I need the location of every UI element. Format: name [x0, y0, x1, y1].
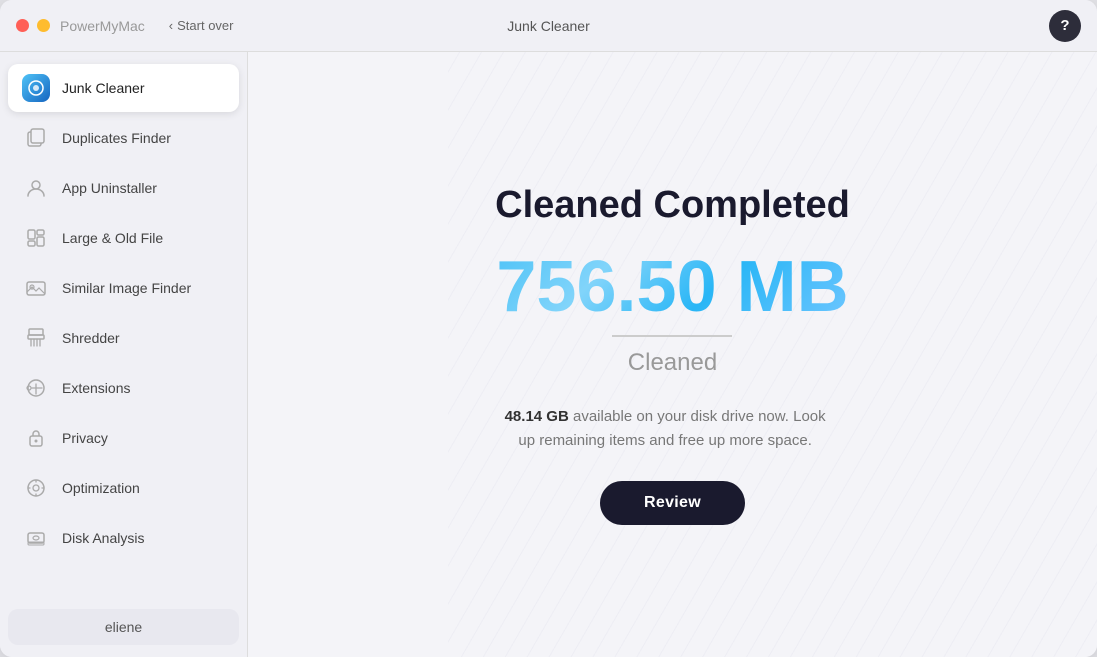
size-display: 756.50 MB — [495, 251, 850, 323]
sidebar-item-optimization[interactable]: Optimization — [8, 464, 239, 512]
minimize-button[interactable] — [37, 19, 50, 32]
content-area: Cleaned Completed 756.50 MB Cleaned 48.1… — [248, 52, 1097, 657]
help-button[interactable]: ? — [1049, 10, 1081, 42]
sidebar-item-label: Junk Cleaner — [62, 80, 145, 96]
divider — [612, 335, 732, 337]
sidebar-item-label: Duplicates Finder — [62, 130, 171, 146]
shredder-icon — [22, 324, 50, 352]
sidebar-item-shredder[interactable]: Shredder — [8, 314, 239, 362]
app-name: PowerMyMac — [60, 18, 145, 34]
sidebar-item-large-old-file[interactable]: Large & Old File — [8, 214, 239, 262]
privacy-icon — [22, 424, 50, 452]
sidebar-item-disk-analysis[interactable]: Disk Analysis — [8, 514, 239, 562]
title-bar: PowerMyMac ‹ Start over Junk Cleaner ? — [0, 0, 1097, 52]
traffic-lights — [16, 19, 50, 32]
sidebar-item-label: Similar Image Finder — [62, 280, 191, 296]
cleaned-title: Cleaned Completed — [495, 184, 850, 227]
sidebar-item-duplicates-finder[interactable]: Duplicates Finder — [8, 114, 239, 162]
junk-cleaner-icon — [22, 74, 50, 102]
sidebar-items: Junk Cleaner Duplicates Finder — [8, 64, 239, 609]
sidebar-item-label: Optimization — [62, 480, 140, 496]
sidebar-item-privacy[interactable]: Privacy — [8, 414, 239, 462]
sidebar-item-label: Large & Old File — [62, 230, 163, 246]
app-uninstaller-icon — [22, 174, 50, 202]
similar-image-finder-icon — [22, 274, 50, 302]
large-old-file-icon — [22, 224, 50, 252]
duplicates-finder-icon — [22, 124, 50, 152]
disk-info: 48.14 GB available on your disk drive no… — [495, 405, 835, 453]
disk-analysis-icon — [22, 524, 50, 552]
close-button[interactable] — [16, 19, 29, 32]
disk-size: 48.14 GB — [505, 408, 569, 425]
start-over-button[interactable]: ‹ Start over — [161, 14, 242, 37]
main-content: Junk Cleaner Duplicates Finder — [0, 52, 1097, 657]
review-button[interactable]: Review — [600, 481, 745, 525]
chevron-left-icon: ‹ — [169, 18, 173, 33]
sidebar-item-label: Extensions — [62, 380, 130, 396]
extensions-icon — [22, 374, 50, 402]
sidebar: Junk Cleaner Duplicates Finder — [0, 52, 248, 657]
app-window: PowerMyMac ‹ Start over Junk Cleaner ? J… — [0, 0, 1097, 657]
sidebar-item-similar-image-finder[interactable]: Similar Image Finder — [8, 264, 239, 312]
sidebar-item-label: App Uninstaller — [62, 180, 157, 196]
sidebar-item-label: Shredder — [62, 330, 120, 346]
sidebar-item-label: Disk Analysis — [62, 530, 144, 546]
sidebar-item-app-uninstaller[interactable]: App Uninstaller — [8, 164, 239, 212]
sidebar-item-extensions[interactable]: Extensions — [8, 364, 239, 412]
user-account[interactable]: eliene — [8, 609, 239, 645]
sidebar-item-label: Privacy — [62, 430, 108, 446]
sidebar-item-junk-cleaner[interactable]: Junk Cleaner — [8, 64, 239, 112]
user-label: eliene — [105, 619, 142, 635]
content-inner: Cleaned Completed 756.50 MB Cleaned 48.1… — [495, 184, 850, 525]
window-title: Junk Cleaner — [507, 18, 590, 34]
cleaned-label: Cleaned — [495, 349, 850, 377]
optimization-icon — [22, 474, 50, 502]
